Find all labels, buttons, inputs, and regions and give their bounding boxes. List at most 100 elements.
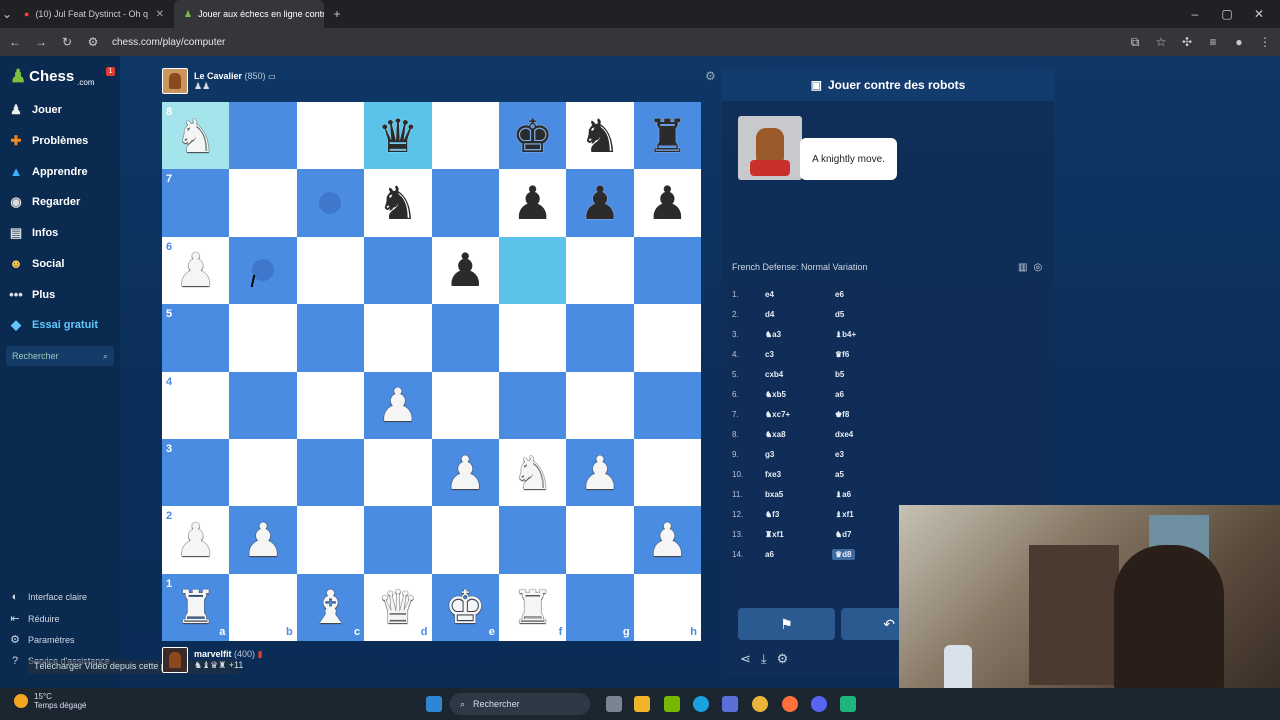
chess-logo[interactable]: ♟ Chess .com	[10, 66, 95, 87]
opponent-name[interactable]: Le Cavalier	[194, 71, 242, 81]
tab-list-chevron-icon[interactable]: ⌄	[0, 7, 14, 21]
new-tab-icon[interactable]: +	[330, 7, 344, 21]
square-b1[interactable]: b	[229, 573, 297, 641]
nvidia-icon[interactable]	[664, 696, 680, 712]
store-icon[interactable]	[722, 696, 738, 712]
square-a8[interactable]: 8 ♞	[162, 102, 230, 170]
square-a3[interactable]: 3	[162, 438, 230, 507]
white-pawn-icon[interactable]: ♟	[445, 450, 486, 496]
sidebar-item-infos[interactable]: ▤ Infos	[8, 225, 58, 241]
windows-start-icon[interactable]	[426, 696, 442, 712]
square-g3[interactable]: ♟	[566, 438, 634, 507]
square-h2[interactable]: ♟	[633, 506, 701, 574]
maximize-icon[interactable]: ▢	[1220, 7, 1234, 21]
resign-button[interactable]: ⚑	[738, 608, 835, 640]
window-close-icon[interactable]: ✕	[1252, 7, 1266, 21]
player-name[interactable]: marvelfit	[194, 649, 232, 659]
white-pawn-icon[interactable]: ♟	[377, 382, 418, 428]
square-g7[interactable]: ♟	[566, 169, 634, 237]
black-move[interactable]: d5	[832, 309, 847, 320]
app-icon[interactable]	[840, 696, 856, 712]
black-pawn-icon[interactable]: ♟	[445, 247, 486, 293]
black-move[interactable]: e6	[832, 289, 847, 300]
media-icon[interactable]: ≡	[1206, 35, 1220, 49]
square-e3[interactable]: ♟	[431, 438, 499, 507]
white-move[interactable]: a6	[765, 550, 832, 559]
black-move[interactable]: a5	[832, 469, 847, 480]
white-pawn-icon[interactable]: ♟	[242, 517, 283, 563]
sidebar-item-social[interactable]: ☻ Social	[8, 256, 64, 271]
minimize-icon[interactable]: –	[1188, 7, 1202, 21]
square-b2[interactable]: ♟	[229, 506, 297, 574]
white-move[interactable]: ♞f3	[765, 510, 832, 519]
square-d5[interactable]	[364, 304, 432, 372]
black-move[interactable]: ♝b4+	[832, 329, 859, 340]
white-knight-icon[interactable]: ♞	[512, 450, 553, 496]
square-f8[interactable]: ♚	[498, 102, 567, 170]
black-rook-icon[interactable]: ♜	[647, 113, 688, 159]
square-e5[interactable]	[431, 304, 499, 372]
white-rook-icon[interactable]: ♜	[175, 584, 216, 630]
url-field[interactable]: chess.com/play/computer	[112, 37, 225, 48]
analysis-icon[interactable]: ◎	[1033, 262, 1042, 273]
square-a6[interactable]: 6 ♟	[162, 236, 230, 305]
black-queen-icon[interactable]: ♛	[377, 113, 418, 159]
opponent-avatar[interactable]	[162, 68, 188, 94]
square-d2[interactable]	[364, 506, 432, 574]
forward-icon[interactable]: →	[34, 35, 48, 49]
sidebar-search-input[interactable]: Rechercher ⌕	[6, 346, 114, 366]
square-h3[interactable]	[633, 438, 701, 507]
square-b7[interactable]	[229, 169, 297, 237]
black-move[interactable]: ♛d8	[832, 548, 855, 560]
square-d6[interactable]	[364, 236, 432, 305]
white-queen-icon[interactable]: ♛	[377, 584, 418, 630]
share-icon[interactable]: ⋖	[740, 651, 751, 667]
square-b6[interactable]	[229, 236, 297, 305]
book-icon[interactable]: ▥	[1018, 262, 1027, 273]
black-move[interactable]: dxe4	[832, 429, 856, 440]
square-b5[interactable]	[229, 304, 297, 372]
square-e7[interactable]	[431, 169, 499, 237]
sidebar-item-regarder[interactable]: ◉ Regarder	[8, 194, 80, 210]
white-rook-icon[interactable]: ♜	[512, 584, 553, 630]
square-f5[interactable]	[498, 304, 567, 372]
back-icon[interactable]: ←	[8, 35, 22, 49]
close-icon[interactable]: ✕	[156, 9, 164, 20]
square-b3[interactable]	[229, 438, 297, 507]
square-f2[interactable]	[498, 506, 567, 574]
black-move[interactable]: ♞d7	[832, 529, 855, 540]
extensions-icon[interactable]: ✣	[1180, 35, 1194, 49]
white-bishop-icon[interactable]: ♝	[310, 584, 351, 630]
white-move[interactable]: ♞a3	[765, 330, 832, 339]
white-pawn-icon[interactable]: ♟	[175, 247, 216, 293]
player-avatar[interactable]	[162, 647, 188, 673]
square-c3[interactable]	[296, 438, 365, 507]
white-pawn-icon[interactable]: ♟	[175, 517, 216, 563]
collapse-button[interactable]: ⇤ Réduire	[8, 612, 59, 625]
white-move[interactable]: e4	[765, 290, 832, 299]
white-move[interactable]: d4	[765, 310, 832, 319]
square-g2[interactable]	[566, 506, 634, 574]
black-move[interactable]: e3	[832, 449, 847, 460]
square-e8[interactable]	[431, 102, 499, 170]
white-move[interactable]: ♞xb5	[765, 390, 832, 399]
square-e6[interactable]: ♟	[431, 236, 499, 305]
tab-youtube[interactable]: ● (10) Jul Feat Dystinct - Oh q ✕	[14, 0, 174, 28]
taskbar-search[interactable]: ⌕ Rechercher	[450, 693, 590, 715]
black-move[interactable]: ♛f6	[832, 349, 852, 360]
black-move[interactable]: ♝a6	[832, 489, 854, 500]
profile-icon[interactable]: ●	[1232, 35, 1246, 49]
square-d4[interactable]: ♟	[364, 371, 432, 439]
takeback-button[interactable]: ↶	[841, 608, 901, 640]
square-f6[interactable]	[498, 236, 567, 305]
square-e4[interactable]	[431, 371, 499, 439]
square-f7[interactable]: ♟	[498, 169, 567, 237]
black-move[interactable]: b5	[832, 369, 847, 380]
gear-icon[interactable]: ⚙	[777, 651, 789, 667]
black-pawn-icon[interactable]: ♟	[647, 180, 688, 226]
square-d8[interactable]: ♛	[364, 102, 432, 170]
legal-move-dot[interactable]	[319, 192, 342, 215]
sidebar-item-plus[interactable]: ••• Plus	[8, 287, 55, 302]
site-info-icon[interactable]: ⚙	[86, 35, 100, 49]
white-move[interactable]: ♞xc7+	[765, 410, 832, 419]
